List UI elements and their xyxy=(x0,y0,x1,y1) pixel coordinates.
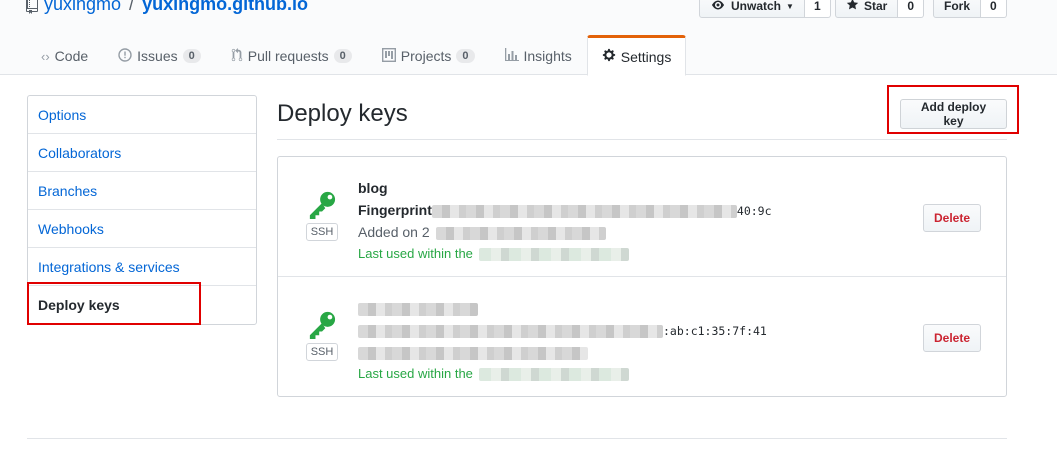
tab-pull-requests-label: Pull requests xyxy=(247,48,329,64)
settings-menu: Options Collaborators Branches Webhooks … xyxy=(27,95,257,325)
ssh-badge: SSH xyxy=(305,223,339,241)
tab-code[interactable]: ‹› Code xyxy=(26,35,103,75)
menu-item-branches[interactable]: Branches xyxy=(28,172,256,210)
graph-icon xyxy=(504,48,519,64)
added-text: Added on 2 xyxy=(358,224,430,240)
pull-requests-counter: 0 xyxy=(333,49,352,63)
star-action: Star 0 xyxy=(835,0,925,18)
deploy-keys-list: SSH blog Fingerprint 40:9c Added on 2 Las… xyxy=(277,156,1007,397)
ssh-badge: SSH xyxy=(305,343,339,361)
tab-issues[interactable]: Issues 0 xyxy=(103,35,216,75)
key-info: blog Fingerprint 40:9c Added on 2 Last us… xyxy=(358,177,858,265)
star-count[interactable]: 0 xyxy=(898,0,925,18)
deploy-key-item: SSH blog Fingerprint 40:9c Added on 2 Las… xyxy=(278,157,1006,277)
key-info: :ab:c1:35:7f:41 Last used within the xyxy=(358,297,858,385)
repo-title: yuxingmo / yuxingmo.github.io xyxy=(26,0,308,15)
gear-icon xyxy=(602,48,616,65)
star-label: Star xyxy=(864,0,888,13)
footer-divider xyxy=(27,438,1007,439)
issues-counter: 0 xyxy=(182,49,201,63)
delete-key-button[interactable]: Delete xyxy=(923,204,982,232)
eye-icon xyxy=(710,0,726,14)
menu-item-integrations[interactable]: Integrations & services xyxy=(28,248,256,286)
projects-counter: 0 xyxy=(456,49,475,63)
project-icon xyxy=(381,47,396,65)
redacted-fingerprint xyxy=(358,324,663,338)
key-title xyxy=(358,297,858,319)
tab-settings-label: Settings xyxy=(620,48,672,65)
unwatch-label: Unwatch xyxy=(731,0,782,13)
menu-item-deploy-keys[interactable]: Deploy keys xyxy=(28,286,256,324)
key-added-date: Added on 2 xyxy=(358,221,858,243)
tab-pull-requests[interactable]: Pull requests 0 xyxy=(216,35,367,75)
deploy-keys-header: Deploy keys Add deploy key xyxy=(277,94,1007,140)
fork-count[interactable]: 0 xyxy=(981,0,1007,18)
key-badge: SSH xyxy=(304,311,340,361)
tab-insights-label: Insights xyxy=(523,48,572,64)
last-used-text: Last used within the xyxy=(358,246,473,261)
page-title: Deploy keys xyxy=(277,100,408,127)
watch-count[interactable]: 1 xyxy=(804,0,831,18)
code-icon: ‹› xyxy=(41,48,50,64)
fork-button[interactable]: Fork xyxy=(933,0,982,18)
tab-projects-label: Projects xyxy=(400,48,452,64)
redacted-fingerprint xyxy=(431,204,737,218)
menu-item-webhooks[interactable]: Webhooks xyxy=(28,210,256,248)
last-used-text: Last used within the xyxy=(358,366,473,381)
menu-item-collaborators[interactable]: Collaborators xyxy=(28,134,256,172)
tab-code-label: Code xyxy=(54,48,89,64)
star-icon xyxy=(846,0,859,14)
pull-request-icon xyxy=(231,47,243,65)
tab-projects[interactable]: Projects 0 xyxy=(367,35,490,75)
unwatch-action: Unwatch ▼ 1 xyxy=(699,0,831,18)
tab-insights[interactable]: Insights xyxy=(490,35,587,75)
repo-name-link[interactable]: yuxingmo.github.io xyxy=(142,0,308,15)
key-fingerprint: :ab:c1:35:7f:41 xyxy=(358,319,858,341)
redacted-title xyxy=(358,302,478,316)
fork-action: Fork 0 xyxy=(933,0,1007,18)
fingerprint-tail: 40:9c xyxy=(736,204,772,218)
key-added-date xyxy=(358,341,858,363)
repo-header: yuxingmo / yuxingmo.github.io Unwatch ▼ … xyxy=(0,0,1057,76)
fork-label: Fork xyxy=(944,0,971,13)
repo-icon xyxy=(26,0,38,14)
delete-key-button[interactable]: Delete xyxy=(923,324,982,352)
tab-issues-label: Issues xyxy=(137,48,178,64)
fingerprint-label: Fingerprint xyxy=(358,202,432,218)
redacted-last-used xyxy=(478,368,629,382)
unwatch-button[interactable]: Unwatch ▼ xyxy=(699,0,805,18)
repo-path-separator: / xyxy=(129,0,135,14)
key-last-used: Last used within the xyxy=(358,243,858,265)
key-last-used: Last used within the xyxy=(358,363,858,385)
key-icon xyxy=(309,191,336,219)
fingerprint-tail: :ab:c1:35:7f:41 xyxy=(663,324,767,338)
star-button[interactable]: Star xyxy=(835,0,899,18)
issue-icon xyxy=(118,47,132,65)
key-fingerprint: Fingerprint 40:9c xyxy=(358,199,858,221)
tab-settings[interactable]: Settings xyxy=(586,35,687,76)
redacted-date xyxy=(358,346,588,360)
repo-owner-link[interactable]: yuxingmo xyxy=(44,0,121,15)
add-deploy-key-button[interactable]: Add deploy key xyxy=(900,99,1007,129)
redacted-date xyxy=(435,226,606,240)
deploy-key-item: SSH :ab:c1:35:7f:41 Last used within the… xyxy=(278,277,1006,397)
menu-item-options[interactable]: Options xyxy=(28,96,256,134)
key-badge: SSH xyxy=(304,191,340,241)
chevron-down-icon: ▼ xyxy=(786,1,794,11)
key-icon xyxy=(309,311,336,339)
key-title: blog xyxy=(358,180,388,196)
repo-nav-tabs: ‹› Code Issues 0 Pull requests 0 Project… xyxy=(26,35,687,76)
redacted-last-used xyxy=(478,248,629,262)
